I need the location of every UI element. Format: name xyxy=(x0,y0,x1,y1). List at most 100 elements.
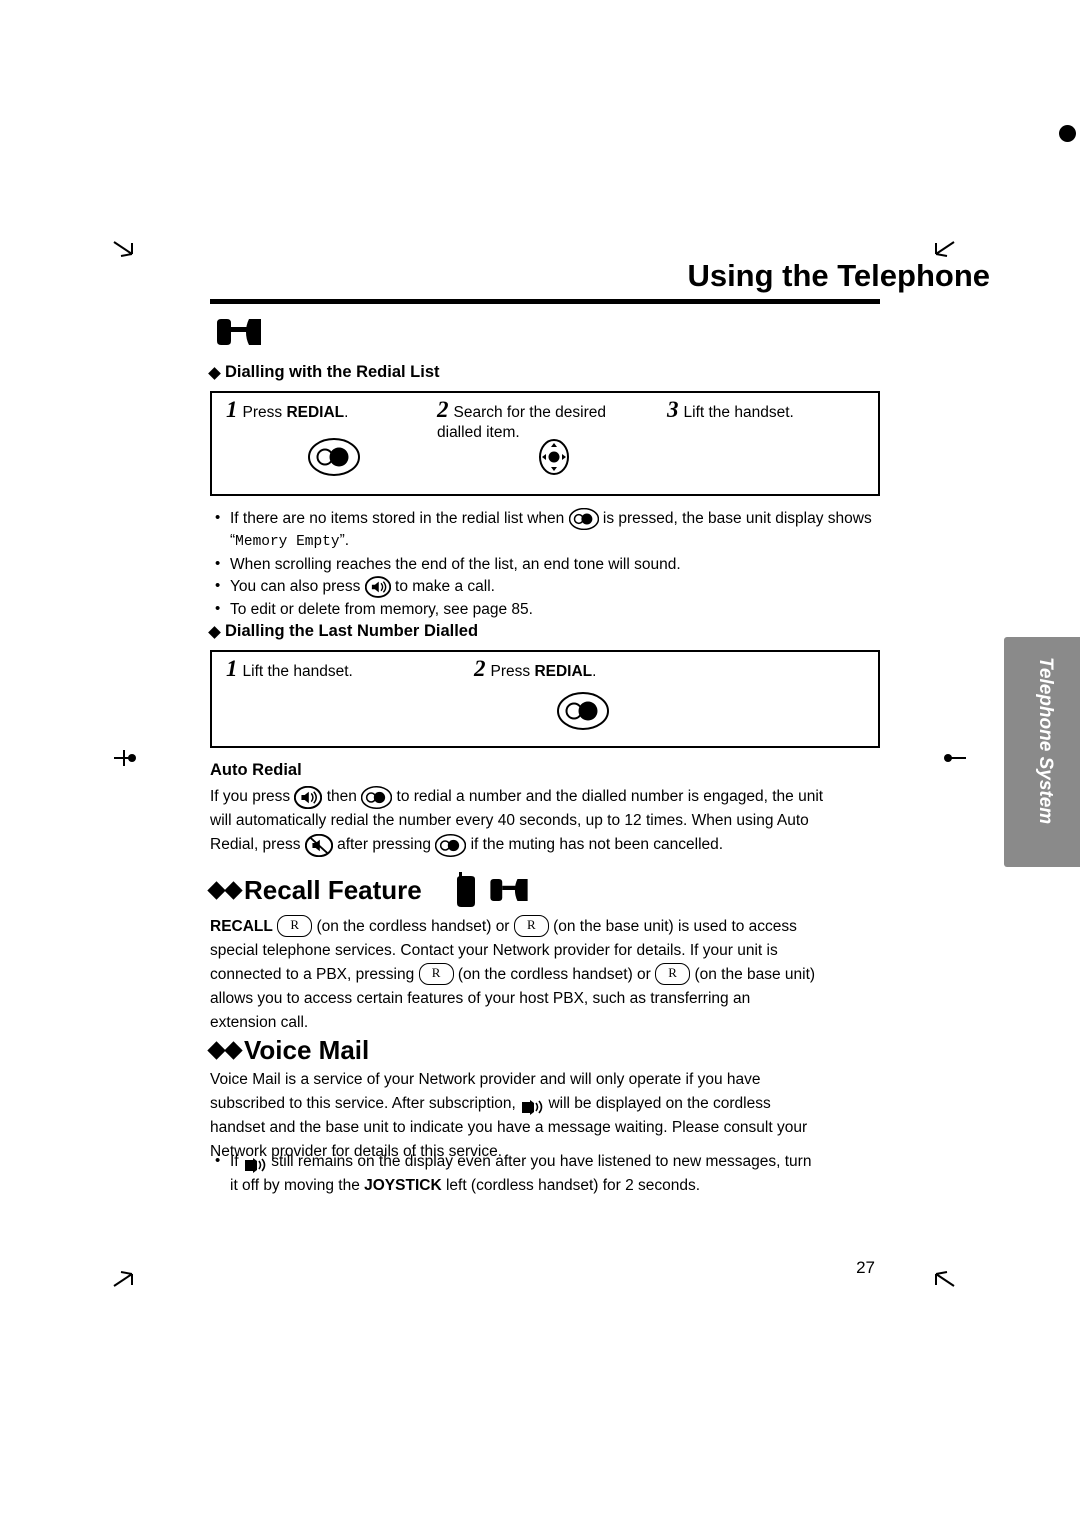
note-text: To edit or delete from memory, see page … xyxy=(230,601,533,618)
crop-mark-mid-right xyxy=(942,745,968,771)
text-recall-label: RECALL xyxy=(210,918,273,935)
step-text-tail: . xyxy=(592,663,597,680)
paragraph-line: Voice Mail is a service of your Network … xyxy=(210,1071,761,1088)
step-number: 2 xyxy=(437,397,449,422)
paragraph-line: extension call. xyxy=(210,1014,309,1031)
redial-button-icon xyxy=(568,507,599,531)
base-unit-icon xyxy=(487,874,531,911)
text-c2: left (cordless handset) for 2 seconds. xyxy=(441,1177,701,1194)
subheading-text: Auto Redial xyxy=(210,761,302,779)
speakerphone-icon xyxy=(294,785,323,809)
step-number: 2 xyxy=(474,656,486,681)
text-b: still remains on the display even after … xyxy=(266,1153,812,1170)
base-unit-icon xyxy=(213,315,265,354)
text-a: If you press xyxy=(210,788,295,805)
voice-mail-indicator-icon xyxy=(243,1153,267,1173)
step-text: Lift the handset. xyxy=(242,663,353,680)
step-number: 1 xyxy=(226,656,238,681)
list-item: To edit or delete from memory, see page … xyxy=(212,598,880,620)
recall-key-icon: R xyxy=(277,914,313,937)
subheading-text: Dialling the Last Number Dialled xyxy=(225,622,479,640)
manual-page: Using the Telephone Dialling with the Re… xyxy=(0,0,1080,1528)
redial-button-icon xyxy=(361,785,393,809)
header-divider xyxy=(210,299,880,304)
text-joystick-keyword: JOYSTICK xyxy=(364,1177,442,1194)
step-text: Lift the handset. xyxy=(683,404,794,421)
diamond-bullet-icon xyxy=(208,626,221,639)
step-keyword: REDIAL xyxy=(534,663,593,680)
subheading-text: Dialling with the Redial List xyxy=(225,363,440,381)
step-text: Press xyxy=(242,404,287,421)
paragraph-line: special telephone services. Contact your… xyxy=(210,942,778,959)
section-heading-text: Recall Feature xyxy=(244,875,422,905)
paragraph-line: allows you to access certain features of… xyxy=(210,990,751,1007)
step-1-last-number: 1 Lift the handset. xyxy=(226,656,456,682)
text-b: (on the cordless handset) or xyxy=(312,918,514,935)
paragraph-line: will automatically redial the number eve… xyxy=(210,812,809,829)
step-text: Press xyxy=(490,663,535,680)
notes-list-redial: If there are no items stored in the redi… xyxy=(212,507,880,621)
voice-mail-indicator-icon xyxy=(520,1095,544,1115)
note-text-a: You can also press xyxy=(230,578,365,596)
paragraph-line: RECALL R (on the cordless handset) or R … xyxy=(210,914,882,939)
subheading-dialling-redial-list: Dialling with the Redial List xyxy=(208,363,440,382)
text-a: If xyxy=(230,1153,243,1170)
step-number: 1 xyxy=(226,397,238,422)
crop-mark-mid-left xyxy=(112,745,138,771)
recall-key-icon: R xyxy=(655,962,691,985)
crop-mark-bottom-left xyxy=(112,1262,138,1288)
text-a: Redial, press xyxy=(210,836,305,853)
note-text-c: ”. xyxy=(339,532,350,549)
voice-mail-notes: If still remains on the display even aft… xyxy=(212,1149,880,1199)
cordless-handset-icon xyxy=(455,872,477,913)
note-text: When scrolling reaches the end of the li… xyxy=(230,556,681,573)
note-display-text: Memory Empty xyxy=(235,534,340,550)
list-item: When scrolling reaches the end of the li… xyxy=(212,553,880,575)
crop-mark-top-left xyxy=(112,240,138,266)
text-c: (on the base unit) xyxy=(690,966,816,983)
side-tab-marker xyxy=(1059,125,1076,142)
page-number: 27 xyxy=(856,1258,875,1277)
list-item-continuation: it off by moving the JOYSTICK left (cord… xyxy=(230,1174,880,1198)
redial-button-icon xyxy=(308,438,360,481)
step-text: Search for the desired dialled item. xyxy=(437,404,607,441)
page-title: Using the Telephone xyxy=(687,258,990,293)
step-2-redial-list: 2 Search for the desired dialled item. xyxy=(437,397,637,443)
text-c: if the muting has not been cancelled. xyxy=(466,836,724,853)
side-tab-telephone-system: Telephone System xyxy=(1004,637,1080,867)
paragraph-line: connected to a PBX, pressing R (on the c… xyxy=(210,962,882,987)
diamond-bullet-icon xyxy=(224,881,243,900)
note-text-b: to make a call. xyxy=(390,578,495,596)
paragraph-line: If you press then to redial a number and… xyxy=(210,785,882,809)
text-c1: it off by moving the xyxy=(230,1177,365,1194)
redial-button-icon xyxy=(557,692,609,735)
recall-key-icon: R xyxy=(513,914,549,937)
step-2-last-number: 2 Press REDIAL. xyxy=(474,656,704,682)
subheading-last-number-dialled: Dialling the Last Number Dialled xyxy=(208,622,479,641)
mute-icon xyxy=(304,833,333,857)
step-keyword: REDIAL xyxy=(286,404,345,421)
diamond-bullet-icon xyxy=(207,881,226,900)
text-c: (on the base unit) is used to access xyxy=(548,918,797,935)
section-heading-recall-feature: Recall Feature xyxy=(207,875,422,906)
step-box-redial-list: 1 Press REDIAL. 2 Search for the desired d… xyxy=(210,391,880,496)
list-item: You can also press to make a call. xyxy=(212,575,880,598)
speakerphone-icon xyxy=(364,576,391,598)
paragraph-line: handset and the base unit to indicate yo… xyxy=(210,1119,808,1136)
paragraph-line: Redial, press after pressing if the muti… xyxy=(210,833,882,857)
text-b: (on the cordless handset) or xyxy=(453,966,656,983)
text-b: after pressing xyxy=(332,836,436,853)
step-box-last-number: 1 Lift the handset. 2 Press REDIAL. xyxy=(210,650,880,748)
recall-feature-paragraph: RECALL R (on the cordless handset) or R … xyxy=(210,914,882,1035)
list-item: If still remains on the display even aft… xyxy=(212,1149,880,1198)
step-number: 3 xyxy=(667,397,679,422)
step-text-tail: . xyxy=(344,404,349,421)
text-b: then xyxy=(322,788,362,805)
list-item: If there are no items stored in the redi… xyxy=(212,507,880,553)
diamond-bullet-icon xyxy=(208,367,221,380)
note-text-a: If there are no items stored in the redi… xyxy=(230,510,569,528)
text-b: will be displayed on the cordless xyxy=(544,1095,771,1112)
step-3-redial-list: 3 Lift the handset. xyxy=(667,397,867,423)
section-heading-voice-mail: Voice Mail xyxy=(207,1035,369,1066)
joystick-icon xyxy=(532,438,576,481)
